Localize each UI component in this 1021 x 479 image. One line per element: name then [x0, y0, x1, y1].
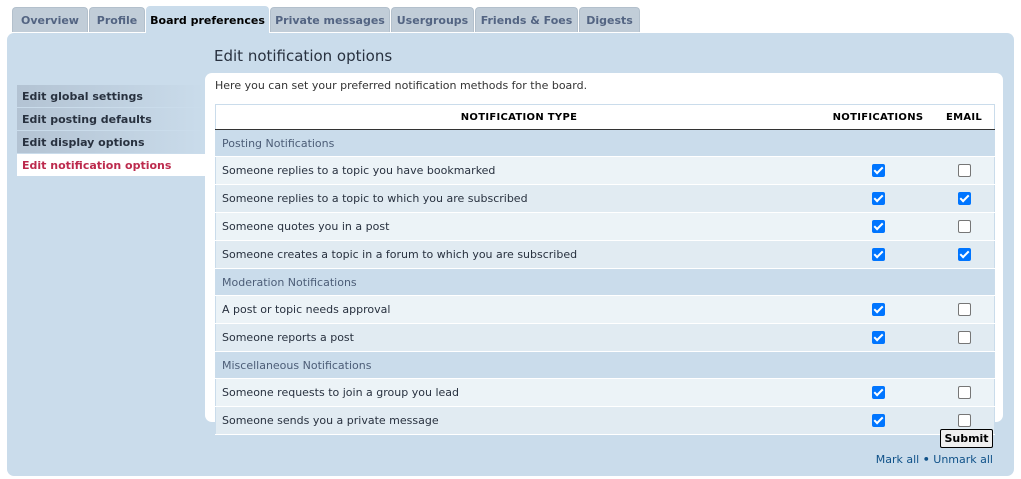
- tab-overview[interactable]: Overview: [12, 7, 88, 32]
- header-notifications: Notifications: [822, 104, 934, 130]
- tab-private-messages[interactable]: Private messages: [270, 7, 390, 32]
- section-title: Posting Notifications: [215, 129, 995, 157]
- notification-label: Someone replies to a topic you have book…: [215, 156, 822, 185]
- menu-item-display-options[interactable]: Edit display options: [17, 131, 205, 153]
- submit-button[interactable]: Submit: [940, 429, 993, 448]
- email-checkbox[interactable]: [957, 164, 971, 178]
- section-title: Miscellaneous Notifications: [215, 351, 995, 379]
- section-header: Posting Notifications: [215, 129, 995, 157]
- email-checkbox[interactable]: [957, 192, 971, 206]
- tab-friends-foes[interactable]: Friends & Foes: [475, 7, 578, 32]
- notification-checkbox[interactable]: [871, 164, 885, 178]
- email-checkbox[interactable]: [957, 303, 971, 317]
- tab-usergroups[interactable]: Usergroups: [391, 7, 474, 32]
- notification-label: Someone replies to a topic to which you …: [215, 184, 822, 213]
- notification-checkbox[interactable]: [871, 192, 885, 206]
- mark-links: Mark all • Unmark all: [876, 453, 993, 466]
- table-row: Someone reports a post: [215, 323, 995, 352]
- table-row: Someone quotes you in a post: [215, 212, 995, 241]
- email-checkbox[interactable]: [957, 248, 971, 262]
- notification-checkbox[interactable]: [871, 386, 885, 400]
- email-checkbox[interactable]: [957, 331, 971, 345]
- intro-text: Here you can set your preferred notifica…: [215, 79, 588, 92]
- menu-item-posting-defaults[interactable]: Edit posting defaults: [17, 108, 205, 130]
- notification-label: Someone requests to join a group you lea…: [215, 378, 822, 407]
- header-email: Email: [934, 104, 995, 130]
- notification-checkbox[interactable]: [871, 248, 885, 262]
- table-row: Someone requests to join a group you lea…: [215, 378, 995, 407]
- tab-board-preferences[interactable]: Board preferences: [146, 6, 269, 34]
- unmark-all-link[interactable]: Unmark all: [933, 453, 993, 466]
- header-notification-type: Notification type: [215, 104, 822, 130]
- notification-checkbox[interactable]: [871, 331, 885, 345]
- section-header: Miscellaneous Notifications: [215, 351, 995, 379]
- tab-profile[interactable]: Profile: [89, 7, 145, 32]
- notification-checkbox[interactable]: [871, 414, 885, 428]
- email-checkbox[interactable]: [957, 414, 971, 428]
- page-title: Edit notification options: [214, 47, 393, 65]
- notification-label: Someone sends you a private message: [215, 406, 822, 435]
- notification-label: Someone creates a topic in a forum to wh…: [215, 240, 822, 269]
- notification-label: Someone quotes you in a post: [215, 212, 822, 241]
- table-row: Someone replies to a topic you have book…: [215, 156, 995, 185]
- email-checkbox[interactable]: [957, 386, 971, 400]
- table-row: Someone creates a topic in a forum to wh…: [215, 240, 995, 269]
- section-header: Moderation Notifications: [215, 268, 995, 296]
- section-title: Moderation Notifications: [215, 268, 995, 296]
- notification-checkbox[interactable]: [871, 220, 885, 234]
- menu-item-global-settings[interactable]: Edit global settings: [17, 85, 205, 107]
- notification-table: Notification type Notifications Email Po…: [215, 104, 995, 435]
- table-row: A post or topic needs approval: [215, 295, 995, 324]
- side-menu: Edit global settings Edit posting defaul…: [17, 85, 205, 177]
- separator: •: [922, 453, 930, 466]
- table-row: Someone sends you a private message: [215, 406, 995, 435]
- menu-item-notification-options[interactable]: Edit notification options: [17, 154, 205, 176]
- notification-label: Someone reports a post: [215, 323, 822, 352]
- notification-label: A post or topic needs approval: [215, 295, 822, 324]
- table-row: Someone replies to a topic to which you …: [215, 184, 995, 213]
- mark-all-link[interactable]: Mark all: [876, 453, 919, 466]
- email-checkbox[interactable]: [957, 220, 971, 234]
- tab-digests[interactable]: Digests: [579, 7, 640, 32]
- notification-checkbox[interactable]: [871, 303, 885, 317]
